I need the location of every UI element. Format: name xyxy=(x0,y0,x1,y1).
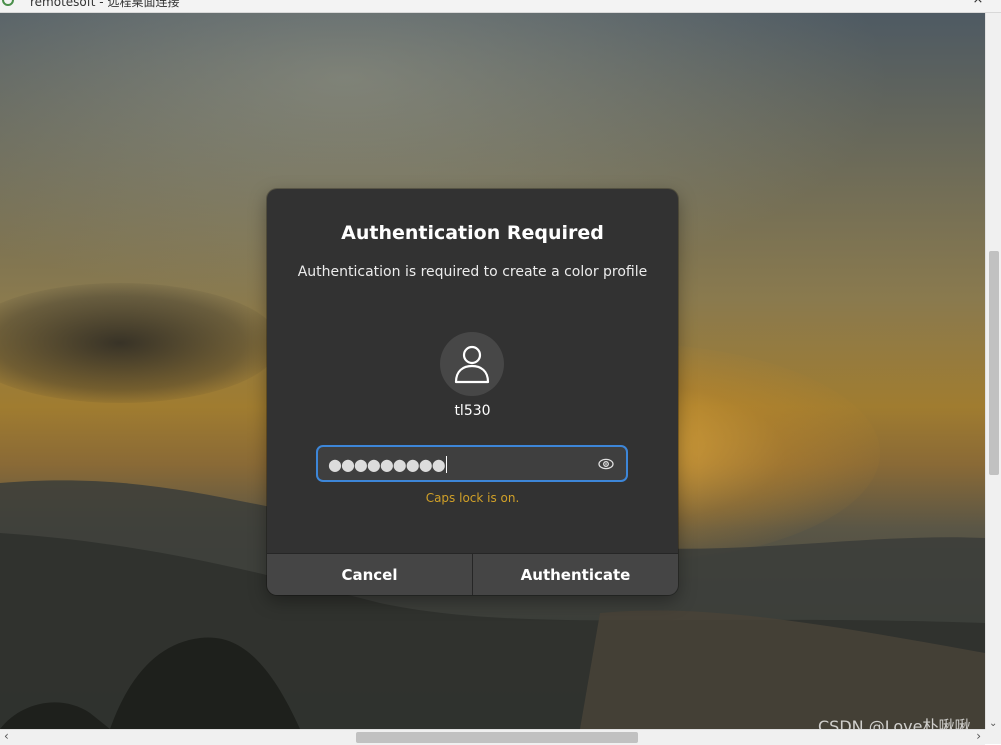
authentication-dialog: Authentication Required Authentication i… xyxy=(267,189,678,595)
username-label: tl530 xyxy=(454,403,491,419)
cancel-button[interactable]: Cancel xyxy=(267,554,472,595)
scroll-left-arrow-icon[interactable]: ‹ xyxy=(4,729,9,743)
user-icon xyxy=(454,345,490,384)
app-icon xyxy=(2,0,14,6)
password-value: ●●●●●●●●● xyxy=(328,455,447,474)
text-caret xyxy=(445,456,447,473)
password-field[interactable]: ●●●●●●●●● xyxy=(316,445,628,482)
close-button[interactable]: × xyxy=(968,0,988,7)
watermark: CSDN @Love朴啾啾 xyxy=(818,717,971,729)
vertical-scroll-thumb[interactable] xyxy=(989,251,999,475)
dialog-button-row: Cancel Authenticate xyxy=(267,553,678,595)
authenticate-button[interactable]: Authenticate xyxy=(472,554,678,595)
window-title: remotesoft - 远程桌面连接 xyxy=(30,0,180,9)
user-avatar xyxy=(440,332,504,396)
horizontal-scroll-thumb[interactable] xyxy=(356,732,638,743)
dialog-message: Authentication is required to create a c… xyxy=(297,264,648,280)
scroll-down-arrow-icon[interactable]: ⌄ xyxy=(989,718,997,729)
dialog-title: Authentication Required xyxy=(341,222,604,244)
vertical-scrollbar[interactable]: ⌄ xyxy=(985,13,1001,729)
reveal-password-icon[interactable] xyxy=(597,456,614,471)
caps-lock-warning: Caps lock is on. xyxy=(425,491,520,505)
scroll-right-arrow-icon[interactable]: › xyxy=(976,729,981,743)
scrollbar-corner xyxy=(985,729,1001,744)
horizontal-scrollbar[interactable]: ‹ › xyxy=(0,729,985,745)
window-titlebar: remotesoft - 远程桌面连接 – × xyxy=(0,0,1001,13)
minimize-button[interactable]: – xyxy=(922,0,942,7)
remote-desktop-viewport: Authentication Required Authentication i… xyxy=(0,13,985,729)
